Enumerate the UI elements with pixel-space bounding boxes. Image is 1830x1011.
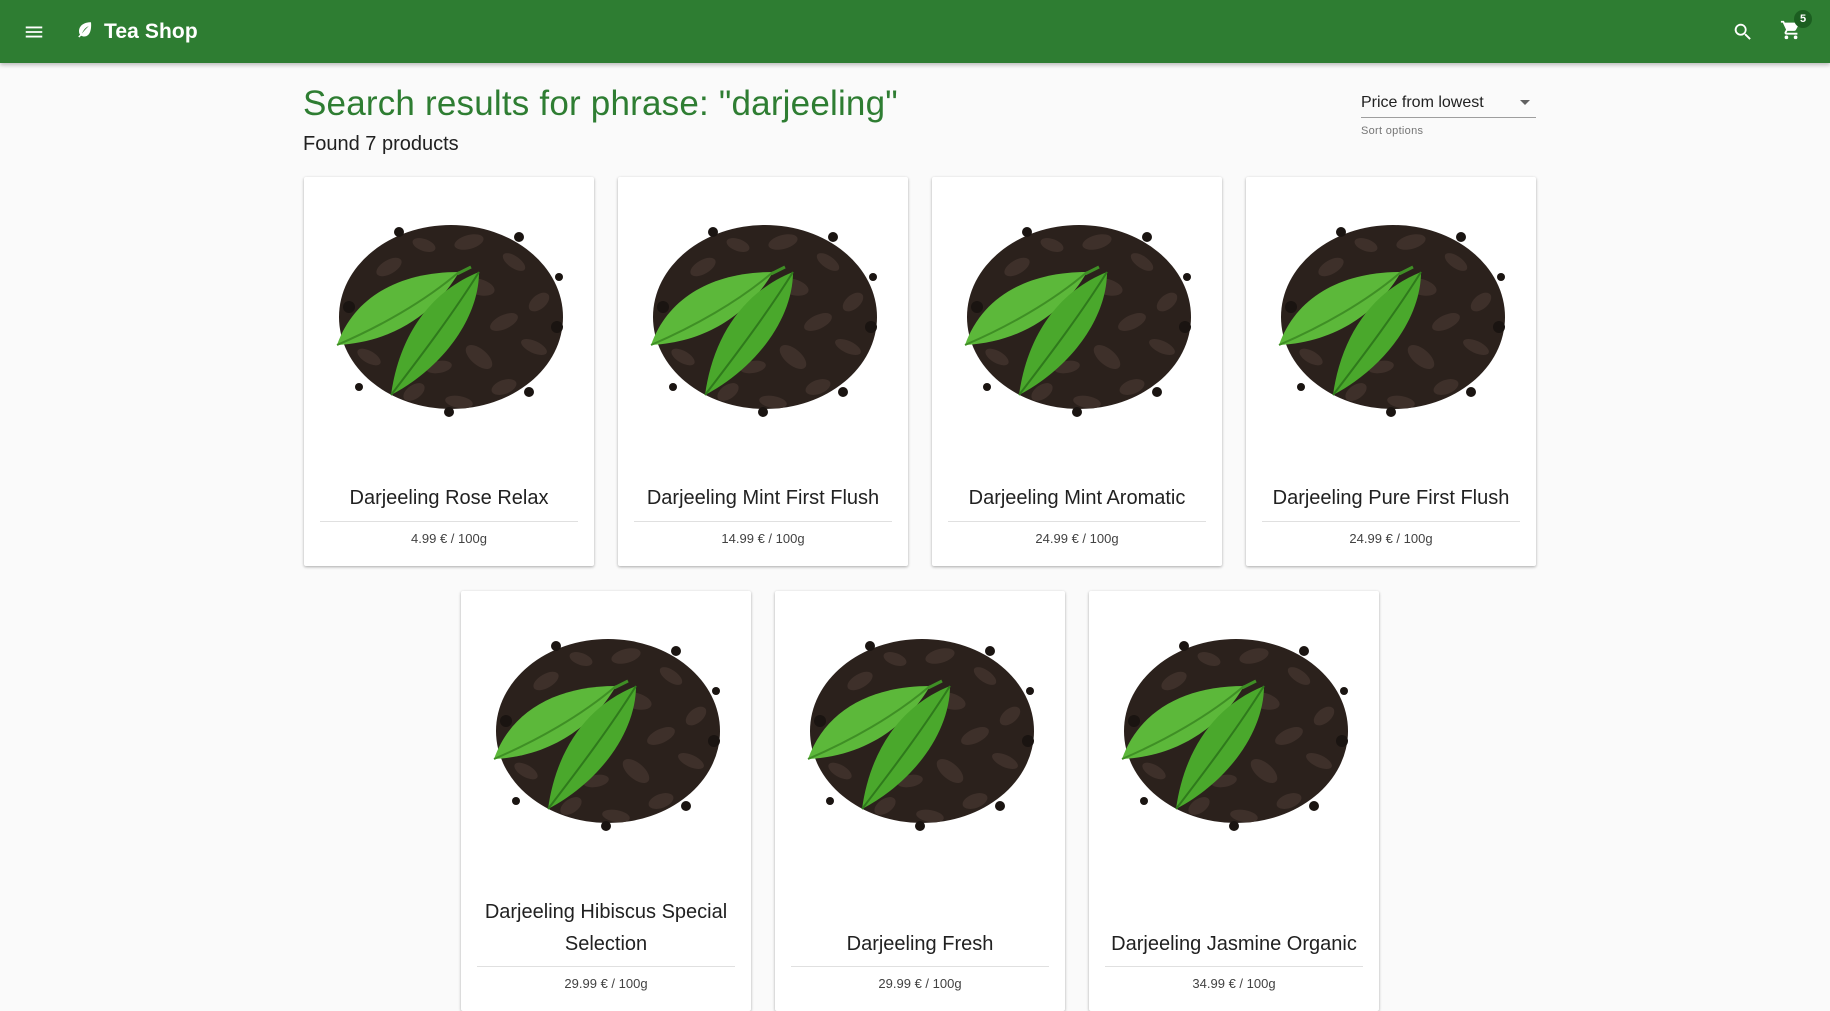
product-name[interactable]: Darjeeling Pure First Flush — [1262, 482, 1520, 514]
divider — [477, 966, 735, 967]
search-icon[interactable] — [1729, 18, 1757, 46]
product-name[interactable]: Darjeeling Rose Relax — [320, 482, 578, 514]
product-price: 29.99 € / 100g — [564, 976, 648, 991]
app-bar: Tea Shop 5 — [0, 0, 1830, 63]
sort-selected-value: Price from lowest — [1361, 93, 1484, 111]
product-card[interactable]: Darjeeling Mint Aromatic 24.99 € / 100g — [932, 177, 1222, 566]
divider — [1262, 521, 1520, 522]
leaf-icon — [76, 20, 94, 43]
product-card[interactable]: Darjeeling Fresh 29.99 € / 100g — [775, 591, 1065, 1011]
product-image — [1262, 207, 1520, 427]
app-title: Tea Shop — [104, 19, 198, 43]
divider — [634, 521, 892, 522]
product-card[interactable]: Darjeeling Hibiscus Special Selection 29… — [461, 591, 751, 1011]
product-name[interactable]: Darjeeling Mint Aromatic — [948, 482, 1206, 514]
product-name[interactable]: Darjeeling Jasmine Organic — [1105, 928, 1363, 960]
product-card[interactable]: Darjeeling Rose Relax 4.99 € / 100g — [304, 177, 594, 566]
cart-button[interactable]: 5 — [1777, 10, 1812, 46]
product-price: 24.99 € / 100g — [1035, 531, 1119, 546]
product-name[interactable]: Darjeeling Mint First Flush — [634, 482, 892, 514]
product-image — [1105, 621, 1363, 841]
divider — [320, 521, 578, 522]
product-card[interactable]: Darjeeling Pure First Flush 24.99 € / 10… — [1246, 177, 1536, 566]
product-name[interactable]: Darjeeling Hibiscus Special Selection — [477, 896, 735, 960]
chevron-down-icon — [1520, 100, 1530, 105]
divider — [791, 966, 1049, 967]
product-image — [791, 621, 1049, 841]
product-price: 14.99 € / 100g — [721, 531, 805, 546]
brand-link[interactable]: Tea Shop — [76, 0, 198, 63]
product-price: 24.99 € / 100g — [1349, 531, 1433, 546]
product-price: 29.99 € / 100g — [878, 976, 962, 991]
product-image — [634, 207, 892, 427]
product-card[interactable]: Darjeeling Mint First Flush 14.99 € / 10… — [618, 177, 908, 566]
page-title: Search results for phrase: "darjeeling" — [303, 84, 898, 123]
cart-count-badge: 5 — [1794, 10, 1812, 28]
product-name[interactable]: Darjeeling Fresh — [791, 928, 1049, 960]
divider — [1105, 966, 1363, 967]
results-count: Found 7 products — [303, 133, 459, 155]
product-image — [477, 621, 735, 841]
product-image — [320, 207, 578, 427]
product-card[interactable]: Darjeeling Jasmine Organic 34.99 € / 100… — [1089, 591, 1379, 1011]
sort-select[interactable]: Price from lowest — [1361, 88, 1536, 118]
menu-icon[interactable] — [20, 18, 48, 46]
sort-dropdown[interactable]: Price from lowest Sort options — [1361, 88, 1536, 137]
product-price: 4.99 € / 100g — [411, 531, 487, 546]
product-image — [948, 207, 1206, 427]
sort-hint: Sort options — [1361, 125, 1424, 137]
product-price: 34.99 € / 100g — [1192, 976, 1276, 991]
divider — [948, 521, 1206, 522]
